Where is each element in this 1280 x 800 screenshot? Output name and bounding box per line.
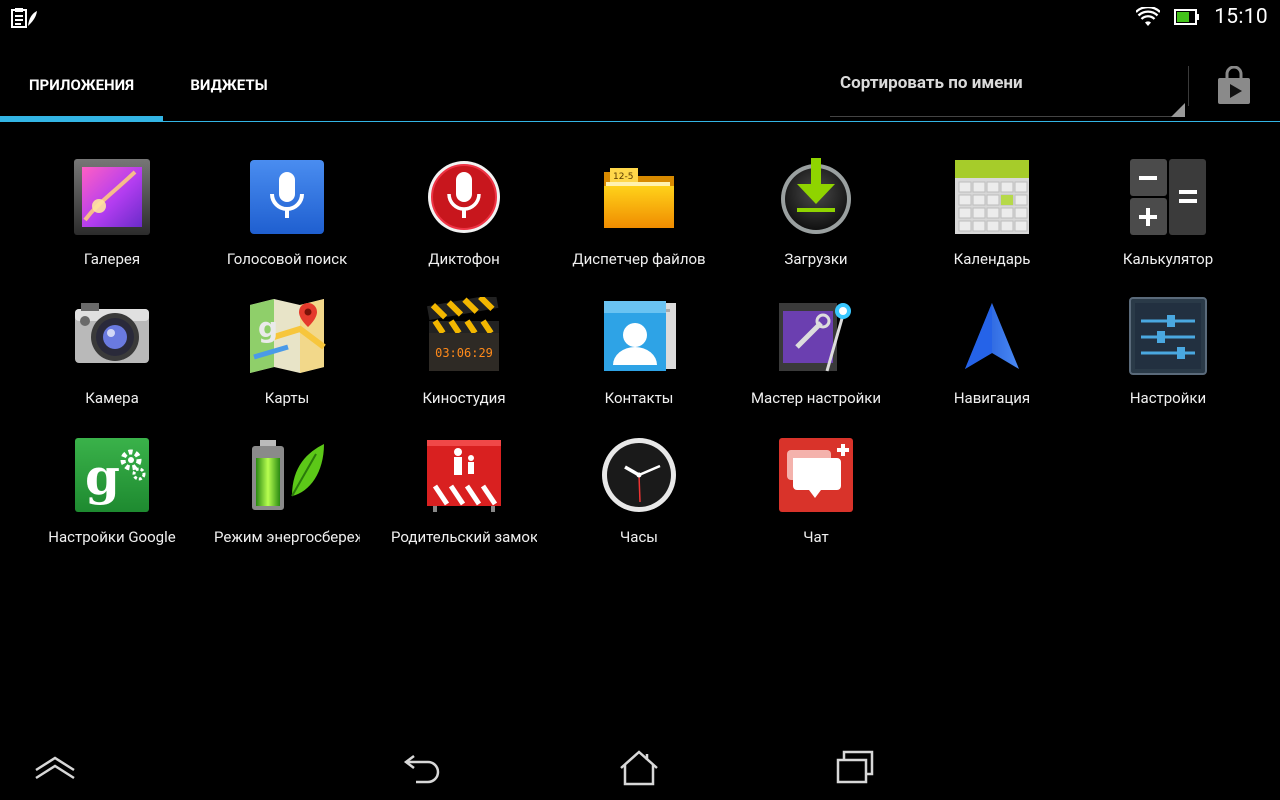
- file-manager-icon: 12-5: [604, 168, 674, 228]
- app-label: Настройки Google: [48, 528, 176, 546]
- app-label: Режим энергосбережения: [214, 528, 360, 546]
- app-label: Карты: [264, 389, 310, 407]
- action-divider: [1188, 66, 1189, 106]
- tab-apps[interactable]: ПРИЛОЖЕНИЯ: [0, 50, 163, 120]
- home-icon[interactable]: [614, 744, 664, 788]
- home-up-icon[interactable]: [30, 744, 80, 788]
- app-parental-lock[interactable]: Родительский замок: [376, 436, 552, 575]
- svg-text:g: g: [85, 447, 120, 506]
- back-icon[interactable]: [398, 744, 448, 788]
- status-bar: 15:10: [0, 0, 1280, 34]
- downloads-icon: [781, 158, 851, 234]
- dictaphone-icon: [428, 161, 500, 233]
- app-chat[interactable]: Чат: [728, 436, 904, 575]
- app-label: Настройки: [1129, 389, 1207, 407]
- battery-icon: [1174, 9, 1200, 25]
- app-dictaphone[interactable]: Диктофон: [376, 158, 552, 297]
- svg-text:g: g: [258, 311, 278, 344]
- app-label: Чат: [803, 528, 829, 546]
- navigation-bar: [0, 730, 1280, 800]
- app-file-manager[interactable]: 12-5 Диспетчер файлов: [551, 158, 727, 297]
- app-camera[interactable]: Камера: [24, 297, 200, 436]
- app-contacts[interactable]: Контакты: [551, 297, 727, 436]
- app-navigation[interactable]: Навигация: [904, 297, 1080, 436]
- app-label: Загрузки: [784, 250, 848, 268]
- maps-icon: g: [250, 299, 326, 373]
- contacts-icon: [604, 301, 676, 371]
- app-google-settings[interactable]: g Настройки Google: [24, 436, 200, 575]
- app-label: Диктофон: [428, 250, 500, 268]
- setup-wizard-icon: [779, 303, 851, 372]
- tab-widgets[interactable]: ВИДЖЕТЫ: [163, 50, 295, 120]
- notification-clipboard-icon[interactable]: [10, 7, 38, 29]
- app-calculator[interactable]: Калькулятор: [1080, 158, 1256, 297]
- app-label: Навигация: [953, 389, 1031, 407]
- app-calendar[interactable]: Календарь: [904, 158, 1080, 297]
- camera-icon: [75, 303, 149, 363]
- app-downloads[interactable]: Загрузки: [728, 158, 904, 297]
- calendar-icon: [955, 160, 1029, 234]
- power-saving-icon: [252, 440, 324, 510]
- app-label: Контакты: [604, 389, 674, 407]
- app-clock[interactable]: Часы: [551, 436, 727, 575]
- app-gallery[interactable]: Галерея: [24, 158, 200, 297]
- app-label: Часы: [620, 528, 658, 546]
- app-settings[interactable]: Настройки: [1080, 297, 1256, 436]
- app-label: Камера: [85, 389, 139, 407]
- svg-text:12-5: 12-5: [613, 172, 633, 182]
- app-maps[interactable]: g Карты: [199, 297, 375, 436]
- app-label: Диспетчер файлов: [572, 250, 706, 268]
- app-label: Галерея: [83, 250, 141, 268]
- app-label: Голосовой поиск: [226, 250, 348, 268]
- app-setup-wizard[interactable]: Мастер настройки: [728, 297, 904, 436]
- google-settings-icon: g: [75, 438, 149, 512]
- play-store-icon[interactable]: [1214, 66, 1254, 106]
- clock-icon: [602, 438, 676, 512]
- app-label: Мастер настройки: [750, 389, 882, 407]
- app-label: Родительский замок: [391, 528, 537, 546]
- app-power-saving[interactable]: Режим энергосбережения: [199, 436, 375, 575]
- dropdown-corner-icon: [1171, 103, 1185, 117]
- parental-lock-icon: [427, 440, 501, 512]
- tab-bar: ПРИЛОЖЕНИЯ ВИДЖЕТЫ Сортировать по имени: [0, 50, 1280, 122]
- tab-bar-divider: [0, 121, 1280, 122]
- app-label: Календарь: [953, 250, 1031, 268]
- movie-studio-icon: 03:06:29: [427, 297, 499, 371]
- svg-text:03:06:29: 03:06:29: [435, 346, 493, 360]
- sort-dropdown[interactable]: Сортировать по имени: [830, 50, 1185, 117]
- voice-search-icon: [250, 160, 324, 234]
- app-label: Калькулятор: [1122, 250, 1214, 268]
- app-movie-studio[interactable]: 03:06:29 Киностудия: [376, 297, 552, 436]
- calculator-icon: [1130, 159, 1206, 235]
- navigation-icon: [965, 303, 1019, 369]
- chat-icon: [779, 438, 853, 512]
- sort-underline: [830, 116, 1185, 117]
- status-clock: 15:10: [1214, 5, 1268, 29]
- gallery-icon: [74, 159, 150, 235]
- sort-label: Сортировать по имени: [840, 73, 1023, 93]
- app-label: Киностудия: [422, 389, 506, 407]
- wifi-icon: [1136, 7, 1161, 26]
- recent-apps-icon[interactable]: [830, 744, 880, 788]
- settings-icon: [1129, 297, 1207, 375]
- app-voice-search[interactable]: Голосовой поиск: [199, 158, 375, 297]
